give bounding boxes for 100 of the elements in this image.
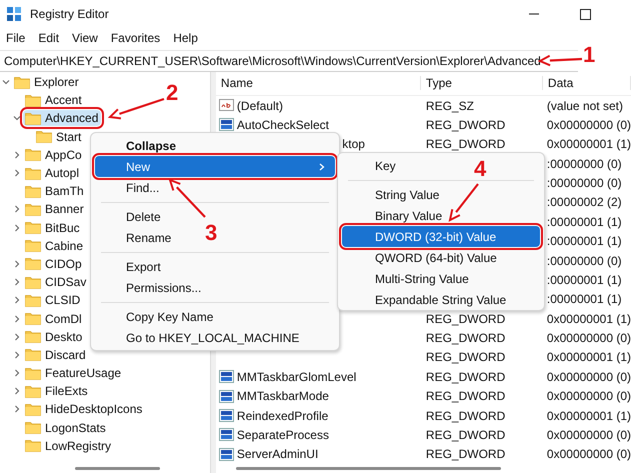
value-type: REG_SZ	[426, 98, 474, 113]
tree-item[interactable]: CIDSav	[23, 274, 90, 290]
value-data: 0x00000000 (0)	[546, 389, 631, 404]
value-data: :00000002 (2)	[546, 195, 622, 210]
value-data: :00000001 (1)	[546, 214, 622, 229]
folder-icon	[25, 330, 41, 344]
chevron-right-icon[interactable]	[13, 296, 21, 304]
menu-item[interactable]: Delete	[95, 206, 171, 227]
folder-icon	[25, 257, 41, 270]
callout-arrow	[448, 183, 479, 222]
menu-item[interactable]: String Value	[342, 184, 450, 205]
tree-item[interactable]: LowRegistry	[23, 438, 114, 454]
chevron-right-icon[interactable]	[13, 369, 21, 378]
chevron-down-icon[interactable]	[13, 114, 21, 122]
menu-item[interactable]: Multi-String Value	[342, 268, 479, 289]
menu-item[interactable]: Go to HKEY_LOCAL_MACHINE	[95, 327, 310, 348]
folder-icon	[25, 184, 41, 198]
menu-item[interactable]: Edit	[38, 31, 60, 45]
folder-icon	[25, 239, 41, 252]
value-type: REG_DWORD	[426, 350, 506, 364]
chevron-right-icon[interactable]	[13, 332, 21, 341]
menu-item[interactable]: Expandable String Value	[342, 289, 516, 310]
folder-icon	[25, 348, 41, 362]
binary-value-icon	[218, 448, 234, 461]
value-data: :00000001 (1)	[546, 292, 622, 306]
folder-icon	[25, 402, 41, 416]
folder-icon	[25, 202, 41, 216]
tree-item[interactable]: Banner	[23, 201, 87, 218]
tree-item[interactable]: AppCo	[23, 146, 85, 163]
value-type: REG_DWORD	[426, 331, 506, 346]
binary-value-icon	[218, 390, 234, 403]
menu-item[interactable]: Permissions...	[95, 277, 212, 298]
folder-icon	[25, 166, 41, 180]
chevron-right-icon[interactable]	[13, 387, 21, 396]
menu-item[interactable]: Rename	[95, 227, 182, 248]
tree-item[interactable]: CLSID	[23, 292, 84, 308]
menu-item[interactable]: Copy Key Name	[95, 306, 224, 327]
tree-item[interactable]: LogonStats	[23, 420, 109, 436]
menu-item[interactable]: Collapse	[95, 135, 186, 156]
scrollbar-thumb[interactable]	[236, 466, 501, 470]
address-field[interactable]: Computer\HKEY_CURRENT_USER\Software\Microsoft\Windows\CurrentVersion\Explorer\Advanced	[0, 50, 578, 72]
menu-item[interactable]: DWORD (32-bit) Value	[342, 226, 540, 247]
column-header[interactable]: Name	[216, 76, 421, 90]
chevron-right-icon[interactable]	[13, 405, 21, 414]
chevron-down-icon[interactable]	[2, 78, 10, 86]
tree-item[interactable]: Cabine	[23, 238, 86, 254]
chevron-right-icon[interactable]	[13, 260, 21, 268]
tree-item[interactable]: Accent	[23, 92, 85, 108]
maximize-icon[interactable]	[580, 8, 591, 20]
tree-item[interactable]: BitBuc	[23, 220, 83, 236]
tree-item[interactable]: BamTh	[23, 183, 87, 200]
menu-item[interactable]: QWORD (64-bit) Value	[342, 247, 507, 268]
menu-item[interactable]: Favorites	[110, 31, 160, 45]
chevron-right-icon[interactable]	[13, 150, 21, 159]
chevron-right-icon[interactable]	[13, 350, 21, 359]
menu-item[interactable]: Help	[173, 31, 198, 45]
folder-icon	[25, 294, 41, 307]
value-name: ktop	[342, 137, 365, 152]
chevron-right-icon[interactable]	[13, 169, 21, 178]
tree-item[interactable]: Explorer	[12, 74, 82, 90]
menu-item[interactable]: New	[95, 156, 335, 177]
value-data: :00000000 (0)	[546, 156, 622, 171]
menu-item[interactable]: Export	[95, 256, 171, 277]
menu-item[interactable]: View	[72, 31, 98, 45]
value-name: ReindexedProfile	[236, 408, 328, 423]
tree-item[interactable]: Discard	[23, 346, 89, 363]
value-data: 0x00000000 (0)	[546, 118, 631, 132]
menu-item[interactable]: Binary Value	[342, 205, 452, 226]
tree-item[interactable]: Deskto	[23, 328, 86, 345]
folder-icon	[25, 384, 41, 398]
chevron-right-icon[interactable]	[13, 278, 21, 286]
folder-icon	[14, 76, 30, 89]
value-type: REG_DWORD	[426, 312, 506, 326]
tree-item[interactable]: Autopl	[23, 165, 82, 182]
column-header[interactable]: Type	[420, 76, 543, 90]
menu-item[interactable]: Key	[342, 155, 406, 176]
column-header[interactable]: Data	[542, 76, 631, 90]
menu-item[interactable]: File	[6, 31, 26, 45]
tree-item[interactable]: Start	[34, 128, 84, 145]
scrollbar-thumb[interactable]	[75, 467, 160, 470]
tree-item[interactable]: HideDesktopIcons	[23, 401, 146, 418]
callout-number: 3	[205, 222, 218, 244]
folder-icon	[25, 148, 41, 162]
folder-icon	[25, 112, 41, 125]
folder-icon	[25, 366, 41, 380]
folder-icon	[25, 94, 41, 107]
tree-item[interactable]: CIDOp	[23, 256, 85, 272]
chevron-right-icon[interactable]	[13, 314, 21, 323]
tree-item[interactable]: ComDl	[23, 310, 85, 327]
tree-item[interactable]: FileExts	[23, 383, 91, 400]
tree-item[interactable]: Advanced	[23, 110, 102, 126]
window-title: Registry Editor	[30, 7, 109, 21]
tree-item[interactable]: FeatureUsage	[23, 365, 124, 382]
folder-icon	[25, 312, 41, 326]
menu-item[interactable]: Find...	[95, 177, 170, 198]
chevron-right-icon[interactable]	[13, 205, 21, 214]
binary-value-icon	[218, 370, 234, 384]
value-data: 0x00000000 (0)	[546, 428, 631, 442]
value-data: 0x00000001 (1)	[546, 408, 631, 423]
chevron-right-icon[interactable]	[13, 224, 21, 232]
